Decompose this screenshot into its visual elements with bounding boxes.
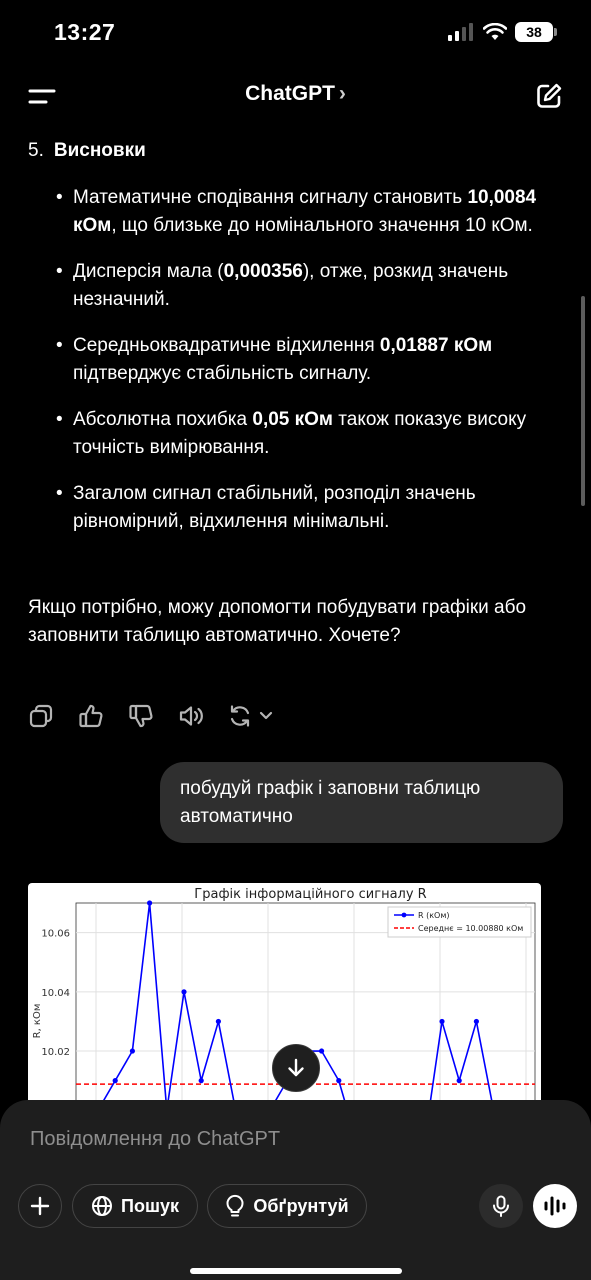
home-indicator[interactable] xyxy=(190,1268,402,1274)
data-point xyxy=(439,1018,445,1025)
section-number: 5. xyxy=(28,140,44,161)
thumbs-down-icon xyxy=(129,704,153,728)
chart-title: Графік інформаційного сигналу R xyxy=(194,887,426,902)
model-selector[interactable]: ChatGPT › xyxy=(0,82,591,106)
highlight-value: 0,05 кОм xyxy=(252,409,333,430)
scrollbar[interactable] xyxy=(581,296,585,506)
dictation-button[interactable] xyxy=(479,1184,523,1228)
read-aloud-button[interactable] xyxy=(178,703,204,729)
assistant-closing-text: Якщо потрібно, можу допомогти побудувати… xyxy=(28,597,527,646)
y-tick-label: 10.04 xyxy=(41,988,70,999)
section-heading: 5. Висновки xyxy=(28,139,146,163)
y-tick-label: 10.02 xyxy=(41,1047,70,1058)
chevron-right-icon: › xyxy=(338,82,346,105)
data-point xyxy=(181,989,187,995)
conclusion-item: Середньоквадратичне відхилення 0,01887 к… xyxy=(56,332,556,388)
plus-icon xyxy=(30,1196,50,1216)
data-point xyxy=(147,900,153,906)
user-message-bubble: побудуй графік і заповни таблицю автомат… xyxy=(160,762,563,843)
nav-header: ChatGPT › xyxy=(0,66,591,126)
thumbs-down-button[interactable] xyxy=(128,703,154,729)
data-point xyxy=(473,1018,479,1025)
copy-icon xyxy=(29,704,53,728)
regenerate-button[interactable] xyxy=(228,703,274,729)
highlight-value: 0,01887 кОм xyxy=(379,335,493,356)
data-point xyxy=(336,1078,342,1084)
reason-label: Обґрунтуй xyxy=(253,1195,349,1216)
battery-icon: 38 xyxy=(515,22,557,42)
conclusion-item: Абсолютна похибка 0,05 кОм також показує… xyxy=(56,406,556,462)
message-input[interactable]: Повідомлення до ChatGPT xyxy=(30,1128,280,1151)
status-bar: 13:27 38 xyxy=(0,0,591,66)
data-point xyxy=(319,1048,325,1054)
data-point xyxy=(215,1018,221,1025)
conclusion-item: Загалом сигнал стабільний, розподіл знач… xyxy=(56,480,556,536)
y-axis-label: R, кОм xyxy=(32,1004,43,1039)
legend-marker-series xyxy=(401,912,407,918)
status-time: 13:27 xyxy=(54,19,116,45)
chat-thread[interactable]: 5. Висновки Математичне сподівання сигнал… xyxy=(0,126,591,1100)
data-point xyxy=(129,1048,135,1054)
highlight-value: 0,000356 xyxy=(223,261,303,282)
add-attachment-button[interactable] xyxy=(18,1184,62,1228)
section-title: Висновки xyxy=(53,140,146,161)
lightbulb-icon xyxy=(226,1194,244,1217)
data-point xyxy=(112,1078,118,1084)
wifi-icon xyxy=(483,23,507,40)
y-tick-label: 10.06 xyxy=(41,929,70,940)
globe-icon xyxy=(92,1196,113,1216)
cellular-signal-icon xyxy=(448,23,473,41)
composer: Повідомлення до ChatGPT Пошук Обґрунтуй xyxy=(0,1100,591,1280)
voice-waveform-icon xyxy=(544,1196,566,1216)
thumbs-up-icon xyxy=(79,704,103,728)
conclusions-list: Математичне сподівання сигналу становить… xyxy=(56,184,556,554)
search-label: Пошук xyxy=(121,1195,179,1216)
scroll-to-bottom-button[interactable] xyxy=(272,1044,320,1092)
reason-button[interactable]: Обґрунтуй xyxy=(207,1184,367,1228)
text-segment: Загалом сигнал стабільний, розподіл знач… xyxy=(73,483,476,532)
voice-mode-button[interactable] xyxy=(533,1184,577,1228)
arrow-down-icon xyxy=(288,1058,304,1077)
thumbs-up-button[interactable] xyxy=(78,703,104,729)
read-aloud-icon xyxy=(179,706,203,726)
message-actions xyxy=(28,703,298,729)
legend-label-series: R (кОм) xyxy=(418,911,450,920)
search-button[interactable]: Пошук xyxy=(72,1184,198,1228)
microphone-icon xyxy=(493,1195,509,1217)
data-point xyxy=(456,1078,462,1084)
text-segment: , що близьке до номінального значення 10… xyxy=(111,215,533,236)
legend-label-mean: Середнє = 10.00880 кОм xyxy=(418,924,523,933)
page-title: ChatGPT xyxy=(245,82,335,105)
text-segment: Математичне сподівання сигналу становить xyxy=(73,187,468,208)
status-icons: 38 xyxy=(447,22,557,42)
text-segment: Середньоквадратичне відхилення xyxy=(73,335,380,356)
data-point xyxy=(198,1078,204,1084)
new-chat-icon[interactable] xyxy=(535,82,563,110)
text-segment: підтверджує стабільність сигналу. xyxy=(73,363,372,384)
conclusion-item: Математичне сподівання сигналу становить… xyxy=(56,184,556,240)
text-segment: Абсолютна похибка xyxy=(73,409,253,430)
regenerate-icon xyxy=(230,705,273,727)
conclusion-item: Дисперсія мала (0,000356), отже, розкид … xyxy=(56,258,556,314)
text-segment: Дисперсія мала ( xyxy=(73,261,224,282)
copy-button[interactable] xyxy=(28,703,54,729)
